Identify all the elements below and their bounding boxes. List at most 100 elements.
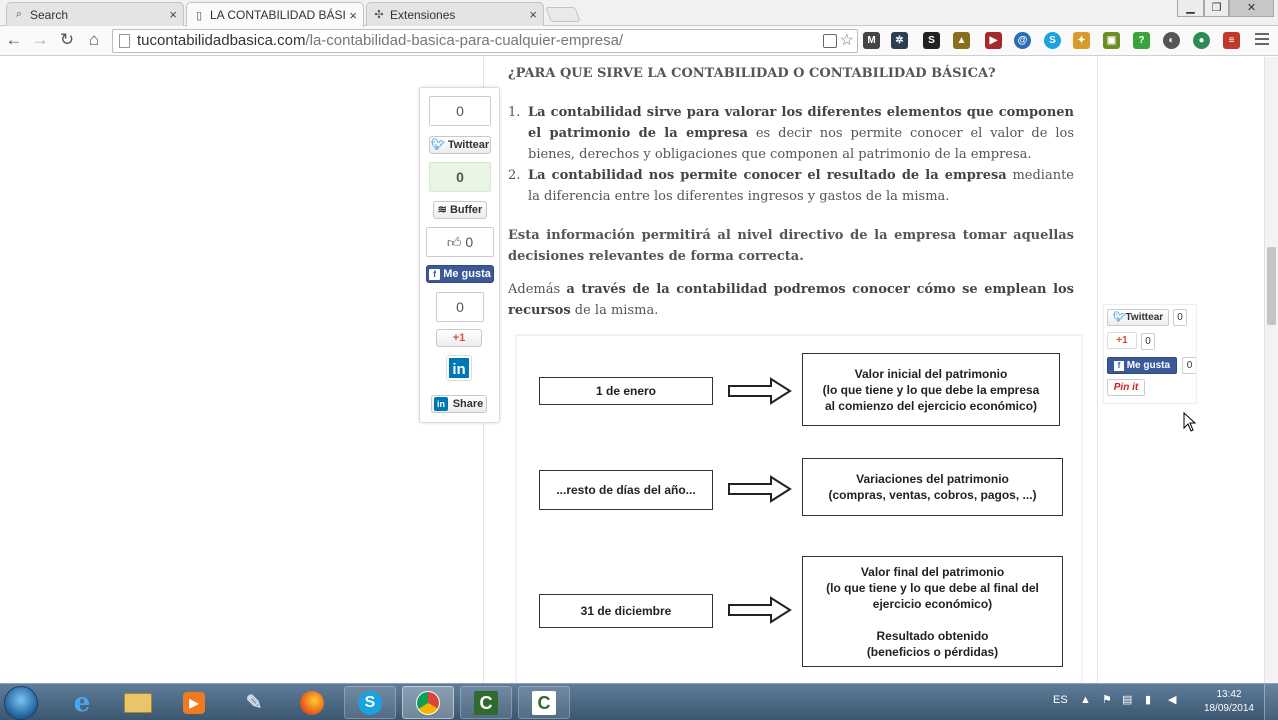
clock-date: 18/09/2014 <box>1203 703 1254 714</box>
media-player-icon[interactable]: ▶ <box>168 686 220 719</box>
gplus-label: +1 <box>452 332 466 344</box>
gplus-button[interactable]: +1 <box>436 329 482 347</box>
twitter-share-button[interactable]: 🐦︎Twittear <box>1107 309 1169 326</box>
show-hidden-icons-icon[interactable]: ▲ <box>1080 694 1091 706</box>
linkedin-icon[interactable]: in <box>447 356 471 380</box>
clock[interactable]: 13:42 18/09/2014 <box>1204 688 1254 716</box>
volume-icon[interactable]: ◀ <box>1168 693 1176 706</box>
url-domain: tucontabilidadbasica.com <box>137 32 306 49</box>
search-icon: ⌕ <box>15 8 23 20</box>
twitter-count: 0 <box>1173 309 1187 326</box>
share-sidebar: 0 🐦︎ Twittear 0 ≋ Buffer 👍︎ 0 f Me gusta… <box>419 87 500 423</box>
list-number: 2. <box>508 168 521 183</box>
tab-search[interactable]: ⌕ Search × <box>6 2 184 26</box>
facebook-like-button[interactable]: f Me gusta <box>426 265 494 283</box>
button-label: Buffer <box>449 204 483 216</box>
browser-toolbar: ← → ↻ ⌂ tucontabilidadbasica.com/la-cont… <box>0 26 1278 56</box>
scrollbar-thumb[interactable] <box>1267 247 1276 325</box>
button-label: Twittear <box>447 139 490 151</box>
diagram-box-31-diciembre: 31 de diciembre <box>539 594 713 628</box>
extension-bars-icon[interactable]: ≡ <box>1223 32 1240 49</box>
pinterest-button[interactable]: Pin it <box>1107 379 1145 396</box>
extension-tube-icon[interactable]: ▶ <box>985 32 1002 49</box>
extension-rank-icon[interactable]: ▲ <box>953 32 970 49</box>
forward-icon[interactable]: → <box>30 30 50 50</box>
action-center-icon[interactable]: ⚑ <box>1102 693 1112 706</box>
camtasia-recorder-icon[interactable]: C <box>518 686 570 719</box>
facebook-icon: f <box>1113 361 1124 371</box>
maximize-button[interactable]: ❐ <box>1204 0 1229 17</box>
skype-icon[interactable]: S <box>344 686 396 719</box>
extension-circle-icon[interactable]: ◐ <box>1163 32 1180 49</box>
mouse-cursor-icon <box>1183 412 1197 432</box>
extension-help-icon[interactable]: ? <box>1133 32 1150 49</box>
button-label: Me gusta <box>443 268 491 280</box>
chrome-menu-icon[interactable] <box>1255 33 1269 47</box>
camtasia-icon[interactable]: C <box>460 686 512 719</box>
file-explorer-icon[interactable] <box>112 686 164 719</box>
extension-m-icon[interactable]: M <box>863 32 880 49</box>
back-icon[interactable]: ← <box>4 30 24 50</box>
twitter-icon: 🐦︎ <box>1112 312 1126 323</box>
reload-icon[interactable]: ↻ <box>57 30 77 50</box>
internet-explorer-icon[interactable]: e <box>56 686 108 719</box>
extension-pin-icon[interactable]: ● <box>1193 32 1210 49</box>
page-icon <box>119 34 130 48</box>
bookmark-star-icon[interactable]: ☆ <box>840 30 854 52</box>
vertical-scrollbar[interactable] <box>1264 57 1278 683</box>
page-left-margin <box>0 57 483 683</box>
firefox-icon[interactable] <box>286 686 338 719</box>
minimize-button[interactable]: ▁ <box>1177 0 1204 17</box>
new-tab-button[interactable] <box>545 7 581 22</box>
language-indicator[interactable]: ES <box>1053 694 1068 706</box>
paragraph-text: de la misma. <box>570 303 659 318</box>
page-action-icon[interactable] <box>823 34 837 48</box>
tab-extensiones[interactable]: ✣ Extensiones × <box>366 2 544 26</box>
url-path: /la-contabilidad-basica-para-cualquier-e… <box>305 32 624 49</box>
extension-leaf-icon[interactable]: ✲ <box>891 32 908 49</box>
system-tray: ES ▲ ⚑ ▤ ▮ ◀ 13:42 18/09/2014 <box>1050 684 1278 720</box>
address-bar[interactable]: tucontabilidadbasica.com/la-contabilidad… <box>112 29 858 53</box>
extension-at-icon[interactable]: @ <box>1014 32 1031 49</box>
network-icon[interactable]: ▮ <box>1145 693 1151 706</box>
show-desktop-button[interactable] <box>1264 684 1278 720</box>
list-number: 1. <box>508 105 521 120</box>
tab-contabilidad[interactable]: ▯ LA CONTABILIDAD BÁSIC × <box>186 2 364 27</box>
like-count: 0 <box>465 234 474 250</box>
paragraph-recursos: Además a través de la contabilidad podre… <box>508 279 1074 321</box>
close-tab-icon[interactable]: × <box>529 7 537 22</box>
skype-extension-icon[interactable]: S <box>1044 32 1061 49</box>
twitter-share-button[interactable]: 🐦︎ Twittear <box>429 136 491 154</box>
close-window-button[interactable]: ✕ <box>1229 0 1274 17</box>
close-tab-icon[interactable]: × <box>169 7 177 22</box>
facebook-like-button[interactable]: f Me gusta <box>1107 357 1177 374</box>
home-icon[interactable]: ⌂ <box>84 30 104 50</box>
chrome-icon[interactable] <box>402 686 454 719</box>
buffer-icon: ≋ <box>437 204 447 216</box>
thumbs-up-icon: 👍︎ <box>446 234 462 250</box>
start-button[interactable] <box>4 686 38 720</box>
extension-image-icon[interactable]: ▣ <box>1103 32 1120 49</box>
tab-label: Search <box>30 7 69 22</box>
diagram-box-valor-inicial: Valor inicial del patrimonio (lo que tie… <box>802 353 1060 426</box>
buffer-share-button[interactable]: ≋ Buffer <box>433 201 487 219</box>
gplus-button[interactable]: +1 <box>1107 332 1137 349</box>
button-label: Twittear <box>1125 312 1164 323</box>
diagram-box-resto-dias: ...resto de días del año... <box>539 470 713 510</box>
diagram-box-valor-final: Valor final del patrimonio (lo que tiene… <box>802 556 1063 667</box>
extension-s-icon[interactable]: S <box>923 32 940 49</box>
diagram-box-1-de-enero: 1 de enero <box>539 377 713 405</box>
button-label: Me gusta <box>1126 360 1171 371</box>
tray-app-icon[interactable]: ▤ <box>1122 693 1132 706</box>
diagram-arrow <box>728 475 792 503</box>
puzzle-icon: ✣ <box>374 9 384 21</box>
twitter-count: 0 <box>429 96 491 126</box>
browser-tab-strip: ⌕ Search × ▯ LA CONTABILIDAD BÁSIC × ✣ E… <box>0 0 1278 27</box>
app-tools-icon[interactable]: ✎ <box>228 686 280 719</box>
extension-badge-icon[interactable]: ✦ <box>1073 32 1090 49</box>
close-tab-icon[interactable]: × <box>349 8 357 23</box>
section-heading: ¿PARA QUE SIRVE LA CONTABILIDAD O CONTAB… <box>508 66 996 81</box>
linkedin-share-button[interactable]: in Share <box>431 395 487 413</box>
diagram-arrow <box>728 596 792 624</box>
ordered-list: 1. La contabilidad sirve para valorar lo… <box>508 102 1074 207</box>
